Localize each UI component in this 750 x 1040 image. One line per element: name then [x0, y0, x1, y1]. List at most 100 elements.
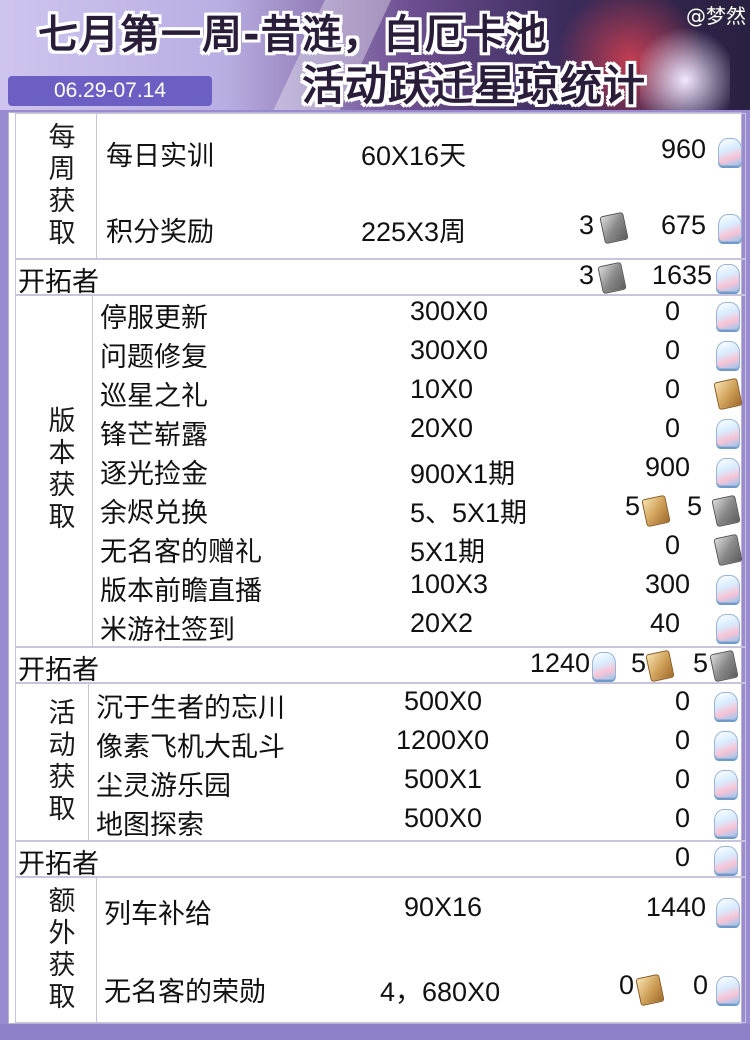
row-formula: 300X0	[410, 335, 489, 365]
star-rail-pass-icon	[597, 261, 627, 295]
total-label: 开拓者	[18, 849, 99, 880]
row-jade-value: 960	[660, 134, 706, 164]
row-jade-value: 1440	[645, 892, 706, 922]
extra-section-label: 额 外 获 取	[26, 886, 98, 1014]
extra-section: 额 外 获 取 列车补给 90X16 1440 无名客的荣勋 4，680X0 0…	[15, 877, 746, 1023]
row-name: 余烬兑换	[100, 498, 208, 529]
row-value: 0	[664, 374, 680, 404]
table-row: 积分奖励 225X3周 3 675	[106, 210, 742, 248]
total-pass-value: 3	[578, 260, 594, 290]
stellar-jade-icon	[716, 614, 740, 642]
star-rail-special-pass-icon	[713, 377, 743, 411]
row-formula: 5、5X1期	[410, 498, 528, 528]
row-formula: 90X16	[404, 892, 483, 922]
row-formula: 20X0	[410, 413, 474, 443]
divider	[96, 878, 97, 1022]
stellar-jade-icon	[714, 731, 738, 759]
version-label-text: 版 本 获 取	[48, 406, 76, 533]
star-rail-special-pass-icon	[635, 973, 665, 1007]
stellar-jade-icon	[718, 138, 742, 166]
table-row: 版本前瞻直播 100X3 300	[100, 569, 740, 607]
row-value: 0	[674, 803, 690, 833]
row-formula: 60X16天	[361, 141, 467, 171]
date-range-badge: 06.29-07.14	[8, 76, 212, 106]
divider	[88, 684, 89, 840]
stats-panel: 每 周 获 取 每日实训 60X16天 960 积分奖励 225X3周 3 67…	[8, 112, 746, 1024]
stellar-jade-icon	[592, 652, 616, 680]
table-row: 逐光捡金 900X1期 900	[100, 452, 740, 490]
row-name: 像素飞机大乱斗	[96, 732, 285, 763]
row-value: 0	[674, 686, 690, 716]
star-rail-pass-icon	[709, 649, 739, 683]
table-row: 无名客的荣勋 4，680X0 0 0	[104, 970, 740, 1008]
row-name: 逐光捡金	[100, 459, 208, 490]
row-name: 地图探索	[96, 810, 204, 841]
row-name: 尘灵游乐园	[96, 771, 231, 802]
row-value: 0	[664, 296, 680, 326]
total-label: 开拓者	[18, 267, 99, 298]
page-subtitle: 活动跃迁星琼统计	[302, 61, 647, 110]
row-name: 积分奖励	[106, 217, 214, 248]
row-pass-value: 5	[686, 491, 702, 521]
star-rail-pass-icon	[713, 533, 743, 567]
row-jade-value: 675	[660, 210, 706, 240]
star-rail-special-pass-icon	[641, 494, 671, 528]
row-value: 40	[649, 608, 680, 638]
weekly-section: 每 周 获 取 每日实训 60X16天 960 积分奖励 225X3周 3 67…	[15, 113, 746, 259]
divider	[92, 296, 93, 646]
table-row: 沉于生者的忘川 500X0 0	[96, 686, 738, 724]
row-formula: 900X1期	[410, 459, 516, 489]
row-name: 停服更新	[100, 303, 208, 334]
divider	[96, 114, 97, 258]
stellar-jade-icon	[714, 809, 738, 837]
version-total-row: 开拓者 1240 5 5	[15, 647, 746, 686]
row-formula: 225X3周	[361, 217, 467, 247]
row-formula: 500X0	[404, 803, 483, 833]
table-row: 列车补给 90X16 1440	[104, 892, 740, 930]
event-total-row: 开拓者 0	[15, 841, 746, 880]
row-value: 0	[664, 413, 680, 443]
row-value: 900	[644, 452, 690, 482]
author-watermark: @梦然	[686, 4, 746, 28]
stellar-jade-icon	[716, 458, 740, 486]
row-name: 沉于生者的忘川	[96, 693, 285, 724]
extra-label-text: 额 外 获 取	[48, 886, 76, 1013]
table-row: 余烬兑换 5、5X1期 5 5	[100, 491, 741, 529]
row-name: 每日实训	[106, 141, 214, 172]
table-row: 巡星之礼 10X0 0	[100, 374, 743, 412]
row-name: 巡星之礼	[100, 381, 208, 412]
weekly-label-text: 每 周 获 取	[48, 122, 76, 249]
row-value: 0	[664, 530, 680, 560]
star-rail-pass-icon	[711, 494, 741, 528]
stellar-jade-icon	[716, 419, 740, 447]
row-name: 无名客的荣勋	[104, 977, 266, 1008]
header-banner: 七月第一周-昔涟，白厄卡池 活动跃迁星琼统计 @梦然 06.29-07.14	[0, 0, 750, 110]
table-row: 米游社签到 20X2 40	[100, 608, 740, 646]
row-special-value: 0	[618, 970, 634, 1000]
stellar-jade-icon	[714, 692, 738, 720]
table-row: 地图探索 500X0 0	[96, 803, 738, 841]
version-section-label: 版 本 获 取	[26, 406, 98, 534]
row-formula: 300X0	[410, 296, 489, 326]
table-row: 无名客的赠礼 5X1期 0	[100, 530, 743, 568]
event-section: 活 动 获 取 沉于生者的忘川 500X0 0 像素飞机大乱斗 1200X0 0…	[15, 683, 746, 841]
row-formula: 20X2	[410, 608, 474, 638]
footer-band	[0, 1024, 750, 1040]
table-row: 问题修复 300X0 0	[100, 335, 740, 373]
stellar-jade-icon	[714, 846, 738, 874]
row-value: 0	[674, 725, 690, 755]
weekly-section-label: 每 周 获 取	[26, 122, 98, 250]
total-pass-value: 5	[692, 648, 708, 678]
row-formula: 500X1	[404, 764, 483, 794]
stellar-jade-icon	[718, 214, 742, 242]
star-rail-special-pass-icon	[645, 649, 675, 683]
row-name: 米游社签到	[100, 615, 235, 646]
stellar-jade-icon	[716, 302, 740, 330]
version-section: 版 本 获 取 停服更新 300X0 0 问题修复 300X0 0 巡星之礼 1…	[15, 295, 746, 647]
stellar-jade-icon	[716, 898, 740, 926]
row-name: 问题修复	[100, 342, 208, 373]
star-rail-pass-icon	[599, 211, 629, 245]
row-name: 无名客的赠礼	[100, 537, 262, 568]
total-special-value: 5	[630, 648, 646, 678]
table-row: 停服更新 300X0 0	[100, 296, 740, 334]
